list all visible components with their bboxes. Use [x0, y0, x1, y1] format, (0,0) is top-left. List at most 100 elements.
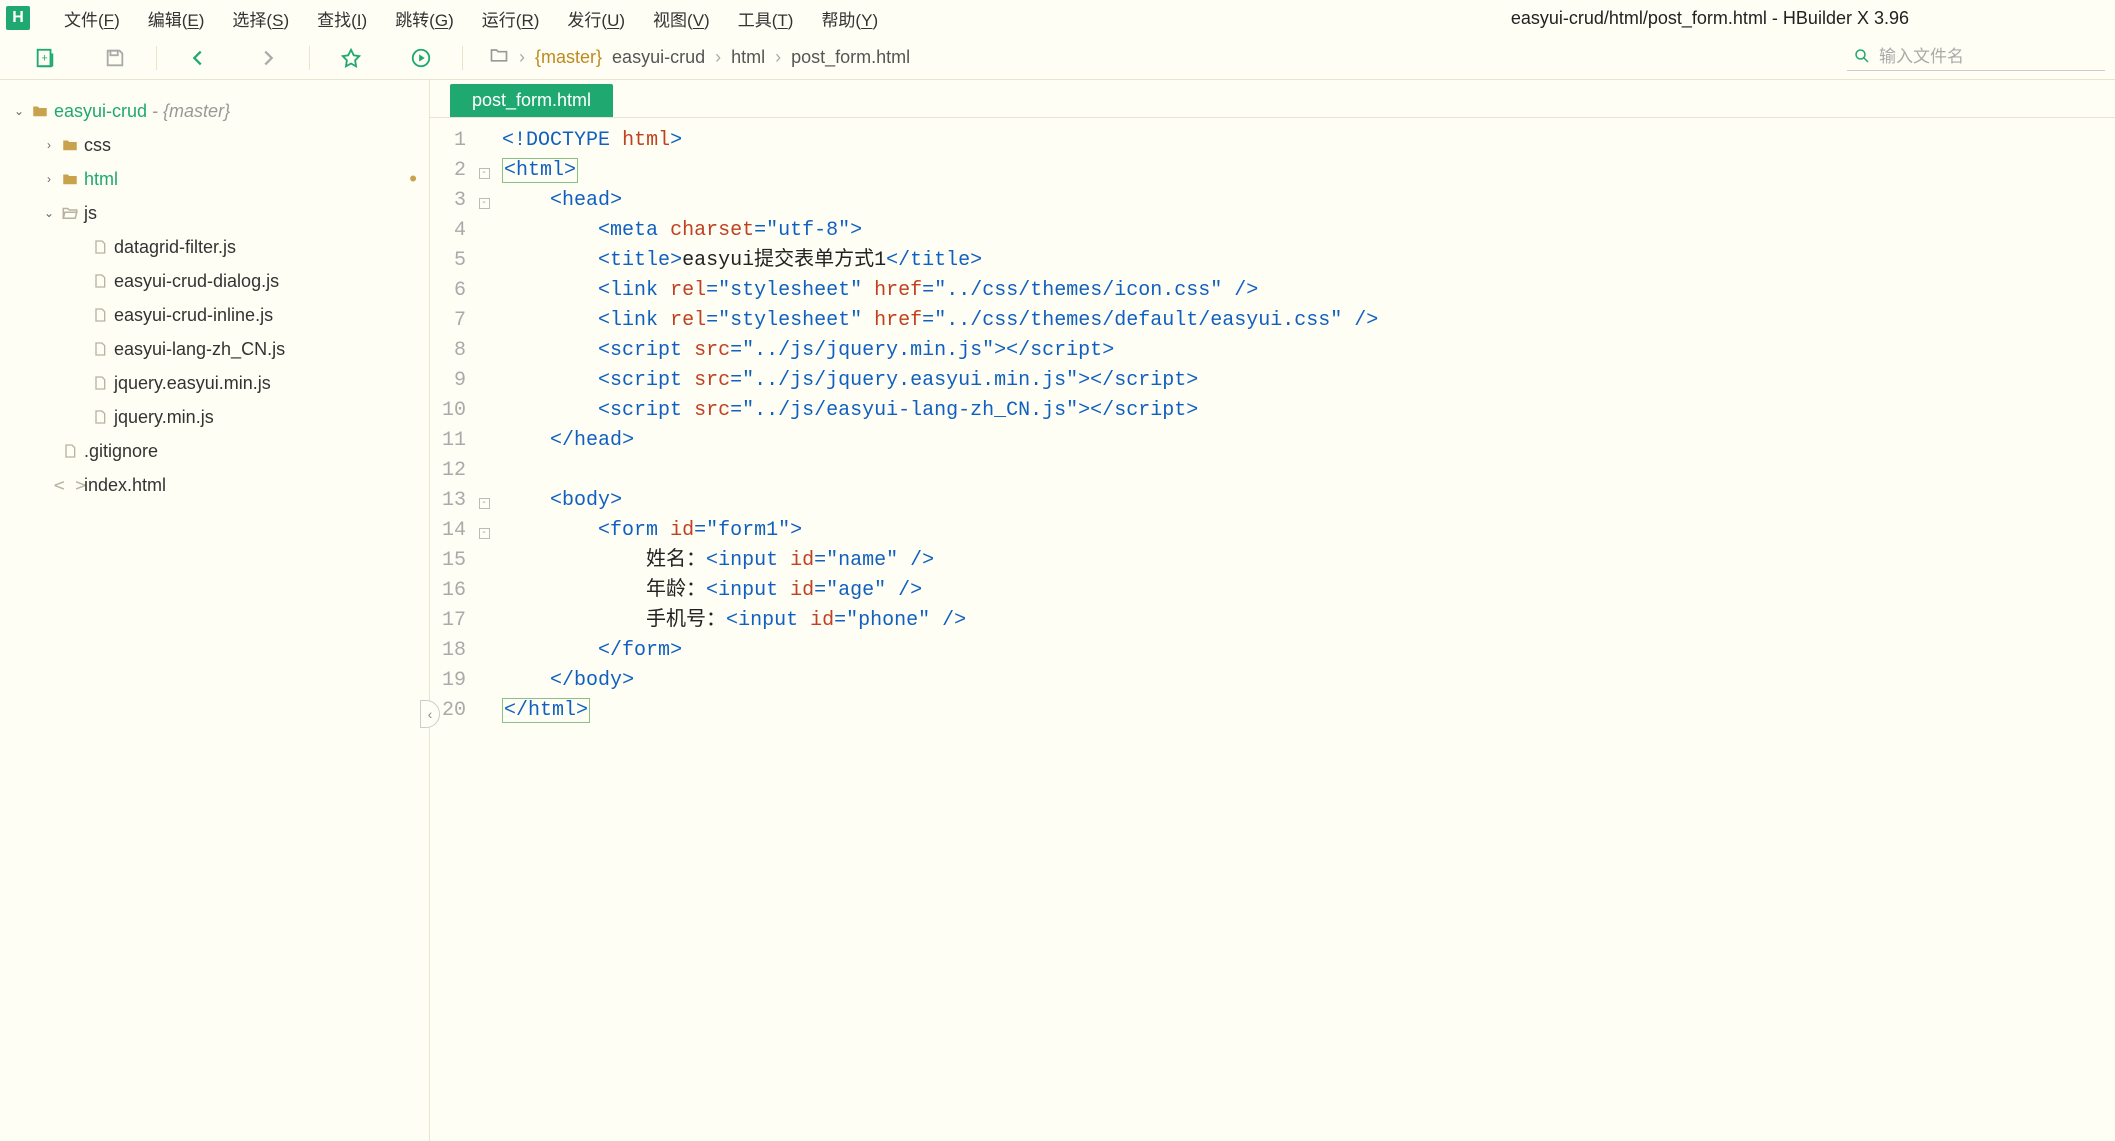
fold-marker[interactable]: -: [474, 486, 494, 516]
favorite-button[interactable]: [326, 38, 376, 78]
tree-item[interactable]: easyui-crud-dialog.js: [0, 264, 429, 298]
breadcrumb: › {master} easyui-crud › html › post_for…: [489, 45, 910, 70]
toolbar-separator: [309, 46, 310, 70]
search-input[interactable]: [1879, 47, 2099, 67]
code-line[interactable]: <script src="../js/jquery.min.js"></scri…: [494, 336, 1378, 366]
tree-item[interactable]: .gitignore: [0, 434, 429, 468]
code-line[interactable]: </body>: [494, 666, 1378, 696]
code-line[interactable]: <title>easyui提交表单方式1</title>: [494, 246, 1378, 276]
code-editor[interactable]: 1234567891011121314151617181920 ---- <!D…: [430, 118, 2115, 1141]
line-number: 15: [430, 546, 474, 576]
code-line[interactable]: 手机号：<input id="phone" />: [494, 606, 1378, 636]
tree-root[interactable]: ⌄ easyui-crud - {master}: [0, 94, 429, 128]
fold-marker: [474, 696, 494, 726]
file-icon: [90, 341, 110, 357]
folder-icon: [60, 170, 80, 188]
chevron-down-icon: ⌄: [12, 104, 26, 118]
toolbar: + › {master} easyui-crud › html › post_f…: [0, 36, 2115, 80]
code-line[interactable]: <html>: [494, 156, 1378, 186]
menu-item[interactable]: 发行(U): [553, 2, 639, 35]
line-number: 11: [430, 426, 474, 456]
editor-tab[interactable]: post_form.html: [450, 84, 613, 117]
forward-button[interactable]: [243, 38, 293, 78]
menu-item[interactable]: 查找(I): [303, 2, 381, 35]
run-button[interactable]: [396, 38, 446, 78]
fold-marker: [474, 456, 494, 486]
file-icon: [90, 239, 110, 255]
code-line[interactable]: <script src="../js/easyui-lang-zh_CN.js"…: [494, 396, 1378, 426]
code-line[interactable]: <link rel="stylesheet" href="../css/them…: [494, 306, 1378, 336]
tree-root-label: easyui-crud - {master}: [54, 101, 230, 122]
chevron-down-icon: ⌄: [42, 206, 56, 220]
fold-marker[interactable]: -: [474, 516, 494, 546]
save-button[interactable]: [90, 38, 140, 78]
code-line[interactable]: 年龄：<input id="age" />: [494, 576, 1378, 606]
editor-area: post_form.html 1234567891011121314151617…: [430, 80, 2115, 1141]
breadcrumb-segment[interactable]: html: [731, 47, 765, 68]
code-icon: < >: [60, 475, 80, 496]
code-line[interactable]: <body>: [494, 486, 1378, 516]
code-line[interactable]: [494, 456, 1378, 486]
menu-item[interactable]: 跳转(G): [381, 2, 468, 35]
back-button[interactable]: [173, 38, 223, 78]
breadcrumb-segment[interactable]: easyui-crud: [612, 47, 705, 68]
toolbar-separator: [462, 46, 463, 70]
tree-item[interactable]: jquery.min.js: [0, 400, 429, 434]
tree-item[interactable]: easyui-lang-zh_CN.js: [0, 332, 429, 366]
fold-gutter: ----: [474, 118, 494, 1141]
tree-item[interactable]: < >index.html: [0, 468, 429, 502]
breadcrumb-segment[interactable]: post_form.html: [791, 47, 910, 68]
line-number: 6: [430, 276, 474, 306]
tree-item-label: jquery.easyui.min.js: [114, 373, 271, 394]
tree-item-label: js: [84, 203, 97, 224]
fold-marker[interactable]: -: [474, 156, 494, 186]
tree-item[interactable]: ⌄ js: [0, 196, 429, 230]
fold-marker: [474, 216, 494, 246]
tree-item[interactable]: ›css: [0, 128, 429, 162]
fold-marker: [474, 276, 494, 306]
folder-icon: [60, 136, 80, 154]
fold-marker: [474, 246, 494, 276]
line-number: 5: [430, 246, 474, 276]
code-line[interactable]: <link rel="stylesheet" href="../css/them…: [494, 276, 1378, 306]
file-tree: ⌄ easyui-crud - {master} ›css›html• ⌄ js da…: [0, 80, 430, 1141]
chevron-right-icon: ›: [715, 47, 721, 68]
code-line[interactable]: <form id="form1">: [494, 516, 1378, 546]
tree-item[interactable]: ›html•: [0, 162, 429, 196]
chevron-right-icon: ›: [42, 138, 56, 152]
menu-item[interactable]: 编辑(E): [134, 2, 219, 35]
code-line[interactable]: <head>: [494, 186, 1378, 216]
menu-item[interactable]: 文件(F): [50, 2, 134, 35]
fold-marker: [474, 636, 494, 666]
menu-item[interactable]: 视图(V): [639, 2, 724, 35]
menu-item[interactable]: 工具(T): [724, 2, 808, 35]
fold-marker[interactable]: -: [474, 186, 494, 216]
breadcrumb-branch[interactable]: {master}: [535, 47, 602, 68]
new-file-button[interactable]: +: [20, 38, 70, 78]
fold-marker: [474, 126, 494, 156]
tree-item[interactable]: easyui-crud-inline.js: [0, 298, 429, 332]
code-line[interactable]: <meta charset="utf-8">: [494, 216, 1378, 246]
code-content[interactable]: <!DOCTYPE html><html> <head> <meta chars…: [494, 118, 1378, 1141]
folder-icon: [489, 45, 509, 70]
menu-item[interactable]: 运行(R): [468, 2, 554, 35]
line-number: 14: [430, 516, 474, 546]
toolbar-separator: [156, 46, 157, 70]
menu-item[interactable]: 选择(S): [218, 2, 303, 35]
code-line[interactable]: </head>: [494, 426, 1378, 456]
menubar: H 文件(F)编辑(E)选择(S)查找(I)跳转(G)运行(R)发行(U)视图(…: [0, 0, 2115, 36]
tree-item-label: easyui-crud-dialog.js: [114, 271, 279, 292]
code-line[interactable]: </form>: [494, 636, 1378, 666]
code-line[interactable]: <!DOCTYPE html>: [494, 126, 1378, 156]
menu-item[interactable]: 帮助(Y): [807, 2, 892, 35]
tree-item[interactable]: datagrid-filter.js: [0, 230, 429, 264]
fold-marker: [474, 666, 494, 696]
tree-item[interactable]: jquery.easyui.min.js: [0, 366, 429, 400]
code-line[interactable]: <script src="../js/jquery.easyui.min.js"…: [494, 366, 1378, 396]
code-line[interactable]: </html>: [494, 696, 1378, 726]
line-number-gutter: 1234567891011121314151617181920: [430, 118, 474, 1141]
line-number: 18: [430, 636, 474, 666]
search-box: [1847, 45, 2105, 71]
code-line[interactable]: 姓名：<input id="name" />: [494, 546, 1378, 576]
tree-item-label: easyui-crud-inline.js: [114, 305, 273, 326]
